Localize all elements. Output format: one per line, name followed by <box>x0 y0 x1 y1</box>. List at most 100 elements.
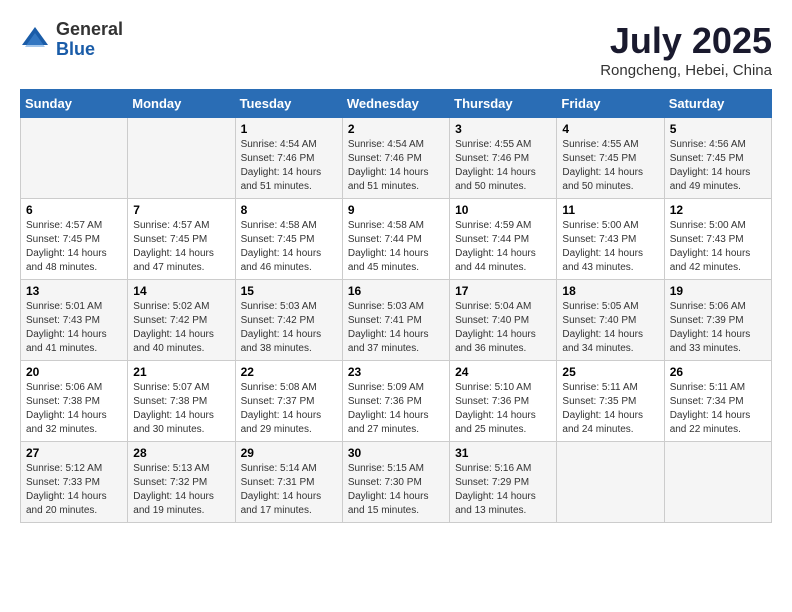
calendar-cell: 1 Sunrise: 4:54 AM Sunset: 7:46 PM Daylig… <box>235 118 342 199</box>
calendar-cell <box>128 118 235 199</box>
day-info: Sunrise: 5:00 AM Sunset: 7:43 PM Dayligh… <box>670 219 766 275</box>
calendar-cell: 5 Sunrise: 4:56 AM Sunset: 7:45 PM Daylig… <box>664 118 771 199</box>
day-number: 24 <box>455 365 551 379</box>
day-number: 5 <box>670 122 766 136</box>
day-info: Sunrise: 5:13 AM Sunset: 7:32 PM Dayligh… <box>133 462 229 518</box>
month-title: July 2025 <box>600 20 772 62</box>
day-info: Sunrise: 5:02 AM Sunset: 7:42 PM Dayligh… <box>133 300 229 356</box>
calendar-cell: 18 Sunrise: 5:05 AM Sunset: 7:40 PM Dayli… <box>557 280 664 361</box>
calendar-cell: 31 Sunrise: 5:16 AM Sunset: 7:29 PM Dayli… <box>450 442 557 523</box>
day-number: 6 <box>26 203 122 217</box>
calendar-cell: 15 Sunrise: 5:03 AM Sunset: 7:42 PM Dayli… <box>235 280 342 361</box>
day-number: 31 <box>455 446 551 460</box>
calendar-cell: 22Sunrise: 5:08 AM Sunset: 7:37 PM Dayli… <box>235 361 342 442</box>
day-info: Sunrise: 5:00 AM Sunset: 7:43 PM Dayligh… <box>562 219 658 275</box>
day-info: Sunrise: 4:56 AM Sunset: 7:45 PM Dayligh… <box>670 138 766 194</box>
day-info: Sunrise: 4:57 AM Sunset: 7:45 PM Dayligh… <box>26 219 122 275</box>
calendar-cell: 13 Sunrise: 5:01 AM Sunset: 7:43 PM Dayli… <box>21 280 128 361</box>
calendar-cell <box>21 118 128 199</box>
day-info: Sunrise: 5:12 AM Sunset: 7:33 PM Dayligh… <box>26 462 122 518</box>
calendar-cell: 17 Sunrise: 5:04 AM Sunset: 7:40 PM Dayli… <box>450 280 557 361</box>
day-header-wednesday: Wednesday <box>342 90 449 118</box>
day-number: 17 <box>455 284 551 298</box>
calendar-cell: 10 Sunrise: 4:59 AM Sunset: 7:44 PM Dayli… <box>450 199 557 280</box>
day-number: 4 <box>562 122 658 136</box>
calendar-cell: 30Sunrise: 5:15 AM Sunset: 7:30 PM Dayli… <box>342 442 449 523</box>
day-number: 21 <box>133 365 229 379</box>
day-info: Sunrise: 5:03 AM Sunset: 7:41 PM Dayligh… <box>348 300 444 356</box>
calendar-cell: 26 Sunrise: 5:11 AM Sunset: 7:34 PM Dayli… <box>664 361 771 442</box>
calendar-cell: 20Sunrise: 5:06 AM Sunset: 7:38 PM Dayli… <box>21 361 128 442</box>
week-row-2: 6 Sunrise: 4:57 AM Sunset: 7:45 PM Daylig… <box>21 199 772 280</box>
day-number: 2 <box>348 122 444 136</box>
day-info: Sunrise: 4:55 AM Sunset: 7:45 PM Dayligh… <box>562 138 658 194</box>
calendar-cell: 6 Sunrise: 4:57 AM Sunset: 7:45 PM Daylig… <box>21 199 128 280</box>
day-number: 18 <box>562 284 658 298</box>
day-number: 20 <box>26 365 122 379</box>
logo: General Blue <box>20 20 123 60</box>
day-number: 3 <box>455 122 551 136</box>
day-number: 23 <box>348 365 444 379</box>
day-info: Sunrise: 4:57 AM Sunset: 7:45 PM Dayligh… <box>133 219 229 275</box>
calendar-cell: 4 Sunrise: 4:55 AM Sunset: 7:45 PM Daylig… <box>557 118 664 199</box>
calendar-cell: 2 Sunrise: 4:54 AM Sunset: 7:46 PM Daylig… <box>342 118 449 199</box>
calendar-cell: 12 Sunrise: 5:00 AM Sunset: 7:43 PM Dayli… <box>664 199 771 280</box>
calendar-cell: 3 Sunrise: 4:55 AM Sunset: 7:46 PM Daylig… <box>450 118 557 199</box>
day-info: Sunrise: 4:54 AM Sunset: 7:46 PM Dayligh… <box>348 138 444 194</box>
calendar-cell: 7 Sunrise: 4:57 AM Sunset: 7:45 PM Daylig… <box>128 199 235 280</box>
day-number: 1 <box>241 122 337 136</box>
calendar-cell: 8Sunrise: 4:58 AM Sunset: 7:45 PM Daylig… <box>235 199 342 280</box>
day-info: Sunrise: 5:15 AM Sunset: 7:30 PM Dayligh… <box>348 462 444 518</box>
day-info: Sunrise: 5:04 AM Sunset: 7:40 PM Dayligh… <box>455 300 551 356</box>
calendar-cell: 25Sunrise: 5:11 AM Sunset: 7:35 PM Dayli… <box>557 361 664 442</box>
week-row-5: 27 Sunrise: 5:12 AM Sunset: 7:33 PM Dayli… <box>21 442 772 523</box>
day-info: Sunrise: 4:58 AM Sunset: 7:44 PM Dayligh… <box>348 219 444 275</box>
day-number: 26 <box>670 365 766 379</box>
day-info: Sunrise: 4:55 AM Sunset: 7:46 PM Dayligh… <box>455 138 551 194</box>
day-number: 14 <box>133 284 229 298</box>
day-number: 7 <box>133 203 229 217</box>
day-number: 12 <box>670 203 766 217</box>
day-info: Sunrise: 4:59 AM Sunset: 7:44 PM Dayligh… <box>455 219 551 275</box>
day-info: Sunrise: 5:09 AM Sunset: 7:36 PM Dayligh… <box>348 381 444 437</box>
day-number: 15 <box>241 284 337 298</box>
location-subtitle: Rongcheng, Hebei, China <box>600 62 772 79</box>
week-row-3: 13 Sunrise: 5:01 AM Sunset: 7:43 PM Dayli… <box>21 280 772 361</box>
calendar-cell: 16 Sunrise: 5:03 AM Sunset: 7:41 PM Dayli… <box>342 280 449 361</box>
calendar-cell: 14 Sunrise: 5:02 AM Sunset: 7:42 PM Dayli… <box>128 280 235 361</box>
day-number: 10 <box>455 203 551 217</box>
day-number: 13 <box>26 284 122 298</box>
day-info: Sunrise: 5:06 AM Sunset: 7:39 PM Dayligh… <box>670 300 766 356</box>
day-info: Sunrise: 5:16 AM Sunset: 7:29 PM Dayligh… <box>455 462 551 518</box>
day-info: Sunrise: 5:08 AM Sunset: 7:37 PM Dayligh… <box>241 381 337 437</box>
day-info: Sunrise: 4:58 AM Sunset: 7:45 PM Dayligh… <box>241 219 337 275</box>
day-header-sunday: Sunday <box>21 90 128 118</box>
day-number: 27 <box>26 446 122 460</box>
day-number: 29 <box>241 446 337 460</box>
page-header: General Blue July 2025 Rongcheng, Hebei,… <box>20 20 772 79</box>
logo-icon <box>20 25 50 55</box>
day-info: Sunrise: 5:11 AM Sunset: 7:34 PM Dayligh… <box>670 381 766 437</box>
day-number: 16 <box>348 284 444 298</box>
calendar-cell: 23 Sunrise: 5:09 AM Sunset: 7:36 PM Dayli… <box>342 361 449 442</box>
calendar-cell: 21 Sunrise: 5:07 AM Sunset: 7:38 PM Dayli… <box>128 361 235 442</box>
calendar-cell: 19 Sunrise: 5:06 AM Sunset: 7:39 PM Dayli… <box>664 280 771 361</box>
calendar-cell: 27 Sunrise: 5:12 AM Sunset: 7:33 PM Dayli… <box>21 442 128 523</box>
day-info: Sunrise: 5:11 AM Sunset: 7:35 PM Dayligh… <box>562 381 658 437</box>
logo-text: General Blue <box>56 20 123 60</box>
day-info: Sunrise: 5:03 AM Sunset: 7:42 PM Dayligh… <box>241 300 337 356</box>
day-number: 19 <box>670 284 766 298</box>
calendar-cell <box>664 442 771 523</box>
calendar-cell: 24 Sunrise: 5:10 AM Sunset: 7:36 PM Dayli… <box>450 361 557 442</box>
day-info: Sunrise: 5:14 AM Sunset: 7:31 PM Dayligh… <box>241 462 337 518</box>
calendar-cell <box>557 442 664 523</box>
day-info: Sunrise: 4:54 AM Sunset: 7:46 PM Dayligh… <box>241 138 337 194</box>
calendar-table: SundayMondayTuesdayWednesdayThursdayFrid… <box>20 89 772 523</box>
day-info: Sunrise: 5:01 AM Sunset: 7:43 PM Dayligh… <box>26 300 122 356</box>
day-header-thursday: Thursday <box>450 90 557 118</box>
day-number: 28 <box>133 446 229 460</box>
day-info: Sunrise: 5:07 AM Sunset: 7:38 PM Dayligh… <box>133 381 229 437</box>
day-info: Sunrise: 5:10 AM Sunset: 7:36 PM Dayligh… <box>455 381 551 437</box>
calendar-cell: 11Sunrise: 5:00 AM Sunset: 7:43 PM Dayli… <box>557 199 664 280</box>
day-info: Sunrise: 5:05 AM Sunset: 7:40 PM Dayligh… <box>562 300 658 356</box>
